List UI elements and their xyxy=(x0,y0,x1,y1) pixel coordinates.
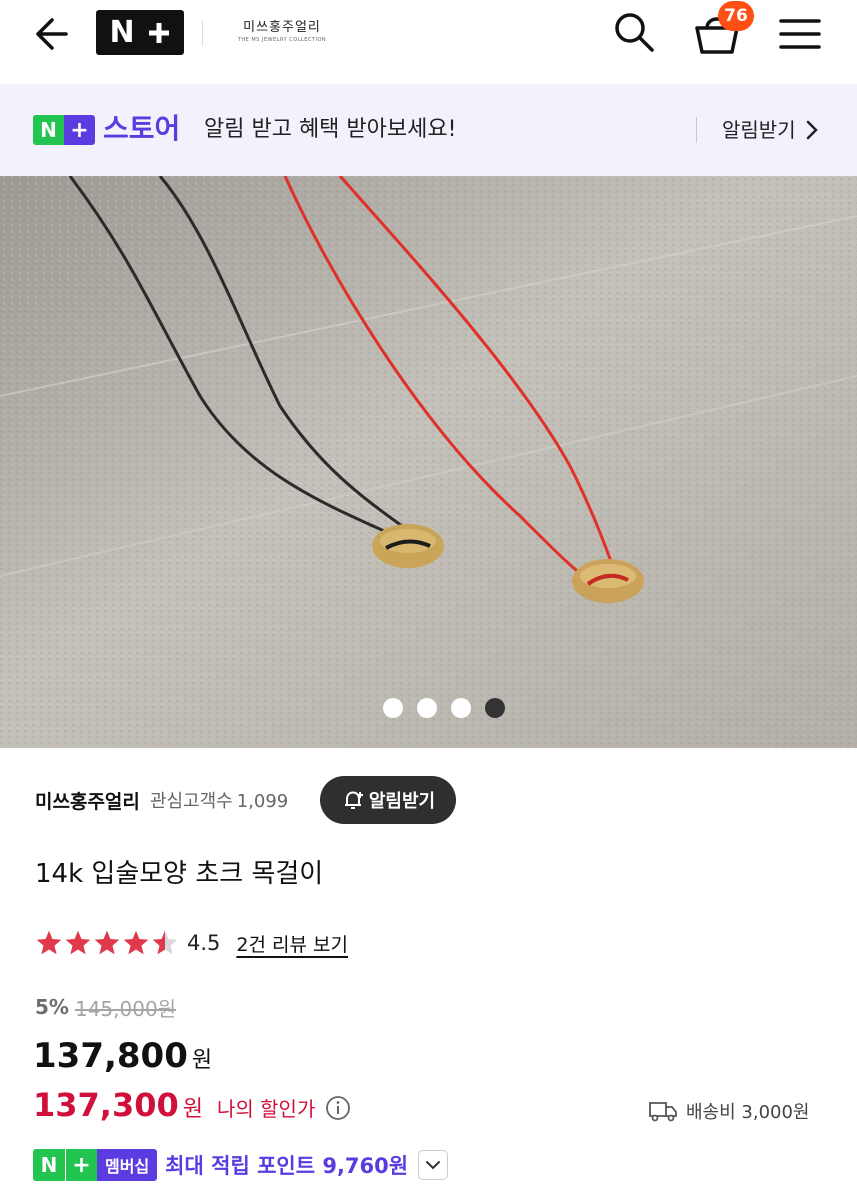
brand-logo-main: 미쓰홍주얼리 xyxy=(243,20,321,35)
carousel-dot[interactable] xyxy=(382,698,403,718)
carousel-dot[interactable] xyxy=(450,698,471,718)
notice-cta-label: 알림받기 xyxy=(722,118,796,142)
discount-percent: 5% xyxy=(35,995,69,1019)
carousel-indicator xyxy=(0,698,857,720)
star-icon xyxy=(36,930,62,955)
seller-notify-button[interactable]: 알림받기 xyxy=(320,776,456,824)
badge-plus: + xyxy=(64,115,95,145)
seller-name[interactable]: 미쓰홍주얼리 xyxy=(35,787,140,814)
member-badge-plus: + xyxy=(65,1149,97,1181)
shipping-text: 배송비 3,000원 xyxy=(686,1102,810,1123)
member-badge-n: N xyxy=(33,1149,65,1181)
back-button[interactable] xyxy=(26,12,74,56)
header-divider xyxy=(202,20,203,46)
store-word: 스토어 xyxy=(103,112,181,145)
badge-n: N xyxy=(33,115,64,145)
search-icon xyxy=(615,13,654,52)
fav-number: 1,099 xyxy=(236,791,289,812)
rating-stars xyxy=(35,929,179,957)
star-icon xyxy=(152,930,178,955)
product-image-carousel[interactable] xyxy=(0,176,857,748)
sale-price: 137,800 xyxy=(33,1036,188,1076)
carousel-dot[interactable] xyxy=(416,698,437,718)
max-points-text: 최대 적립 포인트 9,760원 xyxy=(165,1154,409,1178)
chevron-down-icon xyxy=(426,1161,441,1170)
star-icon xyxy=(65,930,91,955)
original-price: 145,000원 xyxy=(74,996,177,1021)
my-price-row: 137,300 원 나의 할인가 xyxy=(33,1086,351,1130)
logo-n: N xyxy=(109,15,137,50)
product-title: 14k 입술모양 초크 목걸이 xyxy=(35,859,324,889)
rating-value: 4.5 xyxy=(187,931,221,955)
plus-icon xyxy=(148,22,169,43)
notice-divider xyxy=(696,117,697,143)
menu-button[interactable] xyxy=(776,12,824,56)
delivery-truck-icon xyxy=(649,1102,677,1122)
menu-icon xyxy=(779,19,821,49)
chevron-right-icon xyxy=(806,120,818,140)
shipping-fee: 배송비 3,000원 xyxy=(648,1096,810,1126)
membership-row: N + 멤버십 최대 적립 포인트 9,760원 xyxy=(33,1148,449,1182)
membership-badge: N + 멤버십 xyxy=(33,1149,158,1181)
carousel-dot[interactable] xyxy=(484,698,505,718)
points-expand-button[interactable] xyxy=(418,1150,449,1180)
naver-plus-store-badge: N + xyxy=(33,115,95,145)
member-badge-label: 멤버십 xyxy=(97,1149,158,1181)
my-discount-price: 137,300 xyxy=(33,1086,179,1124)
notice-text: 알림 받고 혜택 받아보세요! xyxy=(204,117,457,142)
bell-plus-icon xyxy=(344,791,363,809)
my-price-label: 나의 할인가 xyxy=(217,1097,316,1121)
star-icon xyxy=(94,930,120,955)
top-header: N 미쓰홍주얼리 THE MS JEWELRY COLLECTION 76 xyxy=(0,0,857,84)
rating-row: 4.5 2건 리뷰 보기 xyxy=(35,926,348,960)
sale-price-unit: 원 xyxy=(191,1048,213,1073)
naver-plus-logo[interactable]: N xyxy=(96,10,184,55)
notify-label: 알림받기 xyxy=(368,791,436,812)
seller-info: 미쓰홍주얼리 관심고객수 1,099 xyxy=(35,776,288,824)
brand-logo[interactable]: 미쓰홍주얼리 THE MS JEWELRY COLLECTION xyxy=(232,20,332,50)
info-icon[interactable] xyxy=(325,1095,351,1121)
discount-row: 5% 145,000원 xyxy=(35,992,176,1022)
brand-logo-sub: THE MS JEWELRY COLLECTION xyxy=(237,37,327,43)
back-arrow-icon xyxy=(36,18,68,50)
price-row: 137,800 원 xyxy=(33,1036,212,1080)
search-button[interactable] xyxy=(610,8,658,56)
fav-label: 관심고객수 xyxy=(149,791,233,812)
star-icon xyxy=(123,930,149,955)
favorite-customer-count: 관심고객수 1,099 xyxy=(150,787,288,813)
product-photo xyxy=(0,176,857,748)
review-link[interactable]: 2건 리뷰 보기 xyxy=(236,930,348,957)
cart-count-badge: 76 xyxy=(718,1,754,31)
notice-subscribe-link[interactable]: 알림받기 xyxy=(722,114,818,146)
my-price-unit: 원 xyxy=(182,1097,203,1122)
store-notice-banner: N + 스토어 알림 받고 혜택 받아보세요! 알림받기 xyxy=(0,84,857,176)
